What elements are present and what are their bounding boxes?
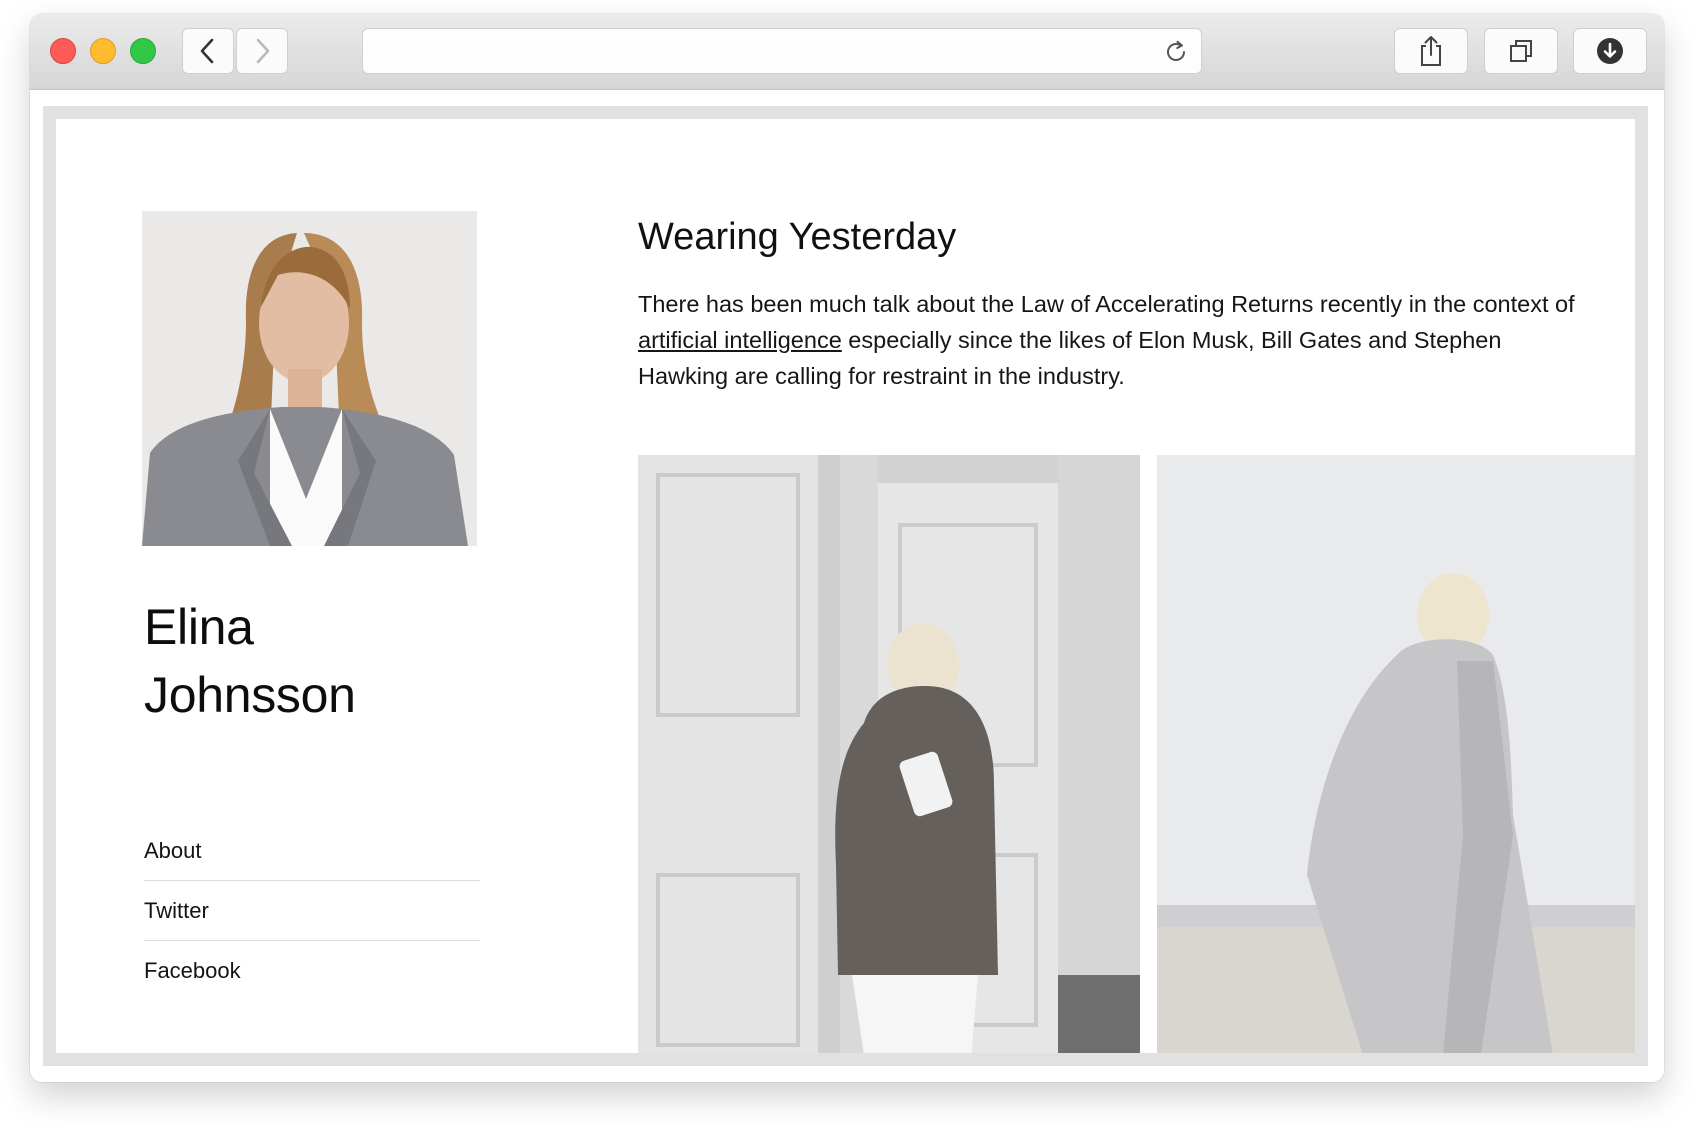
- address-bar[interactable]: [362, 28, 1202, 74]
- page-viewport: Elina Johnsson About Twitter Facebook We…: [30, 90, 1664, 1082]
- forward-button[interactable]: [236, 28, 288, 74]
- post-title: Wearing Yesterday: [638, 216, 957, 258]
- tabs-button[interactable]: [1484, 28, 1558, 74]
- nav-item-twitter[interactable]: Twitter: [144, 881, 480, 941]
- chevron-right-icon: [256, 38, 270, 64]
- browser-window: Elina Johnsson About Twitter Facebook We…: [30, 14, 1664, 1082]
- download-button[interactable]: [1573, 28, 1647, 74]
- post-body-intro: There has been much talk about the Law o…: [638, 291, 1575, 317]
- zoom-window-button[interactable]: [130, 38, 156, 64]
- tabs-icon: [1510, 40, 1532, 62]
- profile-nav: About Twitter Facebook: [144, 821, 480, 1001]
- share-button[interactable]: [1394, 28, 1468, 74]
- download-icon: [1597, 38, 1623, 64]
- first-name: Elina: [144, 599, 254, 655]
- post-image-2: [1157, 455, 1635, 1053]
- nav-item-about[interactable]: About: [144, 821, 480, 881]
- nav-item-facebook[interactable]: Facebook: [144, 941, 480, 1001]
- page-frame: Elina Johnsson About Twitter Facebook We…: [43, 106, 1648, 1066]
- close-window-button[interactable]: [50, 38, 76, 64]
- chevron-left-icon: [200, 38, 214, 64]
- post-image-1: [638, 455, 1140, 1053]
- browser-toolbar: [30, 14, 1664, 90]
- ai-link[interactable]: artificial intelligence: [638, 327, 842, 353]
- post-body: There has been much talk about the Law o…: [638, 286, 1598, 394]
- minimize-window-button[interactable]: [90, 38, 116, 64]
- back-button[interactable]: [182, 28, 234, 74]
- profile-name: Elina Johnsson: [144, 593, 356, 729]
- share-icon: [1421, 36, 1441, 66]
- last-name: Johnsson: [144, 667, 356, 723]
- profile-photo: [142, 211, 477, 546]
- reload-icon[interactable]: [1163, 39, 1189, 65]
